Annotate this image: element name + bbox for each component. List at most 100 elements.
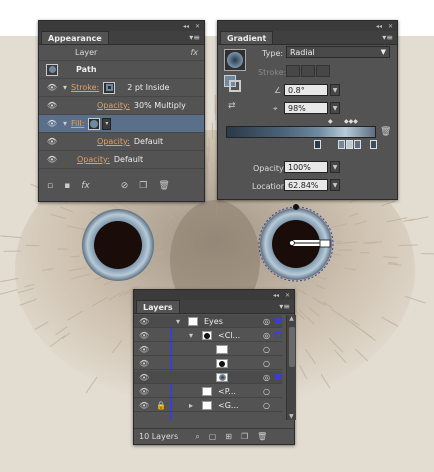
eye-icon[interactable]: 👁 <box>139 317 149 326</box>
opacity-dropdown-icon[interactable]: ▼ <box>330 161 340 173</box>
layer-name[interactable]: <Cl... <box>218 331 240 340</box>
duplicate-item-icon[interactable]: ❐ <box>139 181 147 191</box>
selection-square-icon[interactable] <box>275 374 281 380</box>
expand-arrow-icon[interactable]: ▾ <box>189 331 193 340</box>
lock-icon[interactable]: 🔒 <box>156 401 166 410</box>
new-sublayer-icon[interactable]: ⊞ <box>225 432 232 441</box>
color-stop-4[interactable] <box>354 140 361 149</box>
expand-arrow-icon[interactable]: ▸ <box>189 401 193 410</box>
fill-visibility-eye-icon[interactable]: 👁 <box>45 119 59 129</box>
layers-collapse-icon[interactable]: ◂◂ <box>273 292 279 299</box>
layer-row[interactable]: 👁 <P... ○ <box>134 385 282 398</box>
stroke-along-icon[interactable] <box>301 65 315 77</box>
midpoint-diamonds-icon-2[interactable]: ◆◆◆ <box>344 118 358 125</box>
delete-layer-icon[interactable]: 🗑 <box>257 432 267 441</box>
stroke-swatch[interactable] <box>103 81 116 94</box>
eye-icon[interactable]: 👁 <box>139 373 149 382</box>
scroll-thumb[interactable] <box>289 327 295 367</box>
tab-gradient[interactable]: Gradient <box>220 31 274 44</box>
stroke-visibility-eye-icon[interactable]: 👁 <box>45 83 59 93</box>
target-icon[interactable]: ◎ <box>263 331 270 340</box>
stroke-row[interactable]: 👁 ▾ Stroke: 2 pt Inside <box>39 79 204 97</box>
fill-stroke-toggle[interactable] <box>224 75 242 93</box>
collapse-icon[interactable]: ◂◂ <box>183 23 189 30</box>
opacity-field[interactable]: 100% <box>284 161 328 173</box>
color-stop-3[interactable] <box>346 140 353 149</box>
gradient-swatch[interactable] <box>224 49 246 71</box>
tab-layers[interactable]: Layers <box>136 300 180 313</box>
fill-expand-icon[interactable]: ▾ <box>63 119 67 128</box>
fill-opacity-label[interactable]: Opacity: <box>97 137 130 146</box>
color-stop-5[interactable] <box>370 140 377 149</box>
target-icon[interactable]: ○ <box>263 359 270 368</box>
locate-object-icon[interactable]: ⌕ <box>195 432 199 442</box>
clear-appearance-icon[interactable]: ⊘ <box>121 181 129 191</box>
add-fill-icon[interactable]: ▪ <box>64 181 70 191</box>
type-dropdown[interactable]: Radial ▼ <box>286 46 390 58</box>
close-icon[interactable]: ✕ <box>195 23 200 30</box>
gradient-slider[interactable] <box>226 126 376 138</box>
eye-icon[interactable]: 👁 <box>139 359 149 368</box>
scroll-up-icon[interactable]: ▲ <box>287 315 296 322</box>
stroke-label[interactable]: Stroke: <box>71 83 99 92</box>
fill-label[interactable]: Fill: <box>71 119 84 128</box>
layer-name[interactable]: <G... <box>218 401 239 410</box>
layers-scrollbar[interactable]: ▲ ▼ <box>286 315 296 420</box>
layer-row[interactable]: 👁 ○ <box>134 343 282 356</box>
selection-square-icon[interactable] <box>275 318 281 324</box>
layer-name[interactable]: <P... <box>218 387 236 396</box>
layer-row[interactable]: 👁 🔒 ▸ <G... ○ <box>134 399 282 412</box>
stroke-opacity-eye-icon[interactable]: 👁 <box>45 101 59 111</box>
color-stop-1[interactable] <box>314 140 321 149</box>
appearance-path-row[interactable]: Path <box>39 61 204 79</box>
scroll-down-icon[interactable]: ▼ <box>289 413 294 420</box>
location-dropdown-icon[interactable]: ▼ <box>330 179 340 191</box>
fill-row[interactable]: 👁 ▾ Fill: ▾ <box>39 115 204 133</box>
panel-menu-icon[interactable]: ▾≡ <box>189 33 200 42</box>
fx-badge[interactable]: fx <box>190 48 198 57</box>
layer-row[interactable]: 👁 ○ <box>134 357 282 370</box>
fill-swatch[interactable] <box>88 117 101 130</box>
opacity-eye-icon[interactable]: 👁 <box>45 155 59 165</box>
layer-row[interactable]: 👁 ▾ Eyes ◎ <box>134 315 282 328</box>
opacity-label[interactable]: Opacity: <box>77 155 110 164</box>
layer-row[interactable]: 👁 ◎ <box>134 371 282 384</box>
add-effect-icon[interactable]: fx <box>81 181 90 191</box>
gradient-collapse-icon[interactable]: ◂◂ <box>376 23 382 30</box>
target-icon[interactable]: ○ <box>263 345 270 354</box>
selection-square-icon[interactable] <box>275 332 281 338</box>
fill-opacity-row[interactable]: 👁 Opacity: Default <box>39 133 204 151</box>
delete-stop-icon[interactable]: 🗑 <box>380 127 391 137</box>
eye-icon[interactable]: 👁 <box>139 331 149 340</box>
add-stroke-icon[interactable]: ▫ <box>47 181 53 191</box>
layers-close-icon[interactable]: ✕ <box>285 292 290 299</box>
expand-arrow-icon[interactable]: ▾ <box>176 317 180 326</box>
stroke-across-icon[interactable] <box>316 65 330 77</box>
target-icon[interactable]: ◎ <box>263 317 270 326</box>
target-icon[interactable]: ○ <box>263 387 270 396</box>
layers-menu-icon[interactable]: ▾≡ <box>279 302 290 311</box>
angle-field[interactable]: 0.8° <box>284 84 328 96</box>
midpoint-diamonds-icon[interactable]: ◆ <box>328 118 333 125</box>
opacity-row[interactable]: 👁 Opacity: Default <box>39 151 204 169</box>
fill-opacity-eye-icon[interactable]: 👁 <box>45 137 59 147</box>
tab-appearance[interactable]: Appearance <box>41 31 109 44</box>
stroke-opacity-label[interactable]: Opacity: <box>97 101 130 110</box>
stroke-within-icon[interactable] <box>286 65 300 77</box>
stroke-expand-icon[interactable]: ▾ <box>63 83 67 92</box>
fill-dropdown-icon[interactable]: ▾ <box>102 117 112 130</box>
trash-icon[interactable]: 🗑 <box>158 181 169 191</box>
gradient-close-icon[interactable]: ✕ <box>388 23 393 30</box>
eye-icon[interactable]: 👁 <box>139 387 149 396</box>
stroke-opacity-row[interactable]: 👁 Opacity: 30% Multiply <box>39 97 204 115</box>
new-layer-icon[interactable]: ❐ <box>241 432 248 441</box>
eye-icon[interactable]: 👁 <box>139 401 149 410</box>
aspect-dropdown-icon[interactable]: ▼ <box>330 102 340 114</box>
reverse-gradient-icon[interactable]: ⇄ <box>228 101 236 111</box>
eye-icon[interactable]: 👁 <box>139 345 149 354</box>
gradient-menu-icon[interactable]: ▾≡ <box>382 33 393 42</box>
clipping-mask-icon[interactable]: ▢ <box>209 432 217 441</box>
color-stop-2[interactable] <box>338 140 345 149</box>
target-icon[interactable]: ◎ <box>263 373 270 382</box>
target-icon[interactable]: ○ <box>263 401 270 410</box>
